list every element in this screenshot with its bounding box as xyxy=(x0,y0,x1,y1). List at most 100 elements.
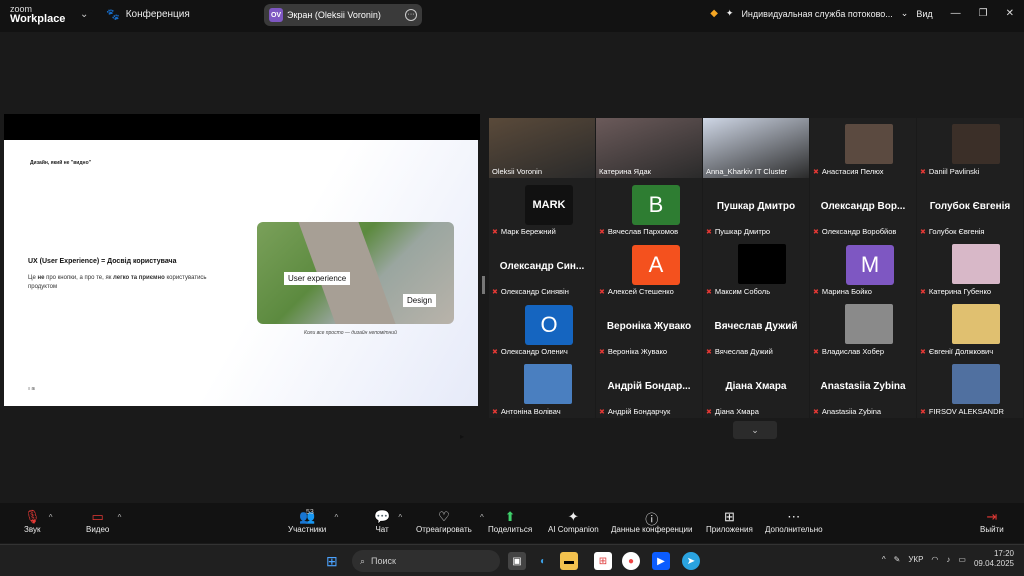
resize-handle[interactable] xyxy=(482,276,485,294)
mic-muted-icon: ✖ xyxy=(813,408,819,416)
shared-screen-bg xyxy=(4,114,480,140)
heart-icon: ♡ xyxy=(438,509,450,524)
participant-tile[interactable]: Вероніка Жувако ✖ Вероніка Жувако xyxy=(596,298,702,358)
mic-muted-icon: ✖ xyxy=(599,288,605,296)
edge-icon[interactable]: ◐ xyxy=(534,552,552,570)
mic-muted-icon: ✖ xyxy=(599,348,605,356)
restore-icon[interactable]: ❐ xyxy=(979,8,988,19)
participant-name-label: Пушкар Дмитро xyxy=(714,227,771,236)
chevron-down-icon[interactable]: ⌄ xyxy=(733,421,777,439)
close-icon[interactable]: ✕ xyxy=(1006,8,1014,19)
transcription-button[interactable]: Индивидуальная служба потоково... xyxy=(741,9,892,19)
screen-share-indicator[interactable]: OV Экран (Oleksii Voronin) ··· xyxy=(264,4,422,26)
share-button[interactable]: ⬆ Поделиться xyxy=(488,509,532,534)
participant-tile[interactable]: Катерина Ядак xyxy=(596,118,702,178)
participant-name: ✖ Андрій Бондарчук xyxy=(599,407,699,416)
participant-name: ✖ Вячеслав Дужий xyxy=(706,347,806,356)
participant-tile[interactable]: Діана Хмара ✖ Діана Хмара xyxy=(703,358,809,418)
wifi-icon[interactable]: ◠ xyxy=(931,555,938,564)
file-explorer-icon[interactable]: ▬ xyxy=(560,552,578,570)
participant-name: ✖ Вероніка Жувако xyxy=(599,347,699,356)
participant-tile[interactable]: A ✖ Алексей Стешенко xyxy=(596,238,702,298)
exit-icon: ⇥ xyxy=(986,509,998,524)
participant-name: ✖ Голубок Євгенія xyxy=(920,227,1020,236)
participant-tile[interactable]: Андрій Бондар... ✖ Андрій Бондарчук xyxy=(596,358,702,418)
participant-tile[interactable]: Голубок Євгенія ✖ Голубок Євгенія xyxy=(917,178,1023,238)
participants-button[interactable]: 👥 53 Участники ^ xyxy=(288,509,338,534)
participant-tile[interactable]: ✖ FIRSOV ALEKSANDR xyxy=(917,358,1023,418)
participant-tile[interactable]: Anastasiia Zybina ✖ Anastasiia Zybina xyxy=(810,358,916,418)
store-icon[interactable]: ⊞ xyxy=(594,552,612,570)
participant-tile[interactable]: Пушкар Дмитро ✖ Пушкар Дмитро xyxy=(703,178,809,238)
participant-tile[interactable]: Вячеслав Дужий ✖ Вячеслав Дужий xyxy=(703,298,809,358)
participant-name-label: FIRSOV ALEKSANDR xyxy=(928,407,1004,416)
telegram-icon[interactable]: ➤ xyxy=(682,552,700,570)
participant-tile[interactable]: MARK ✖ Марк Бережний xyxy=(489,178,595,238)
minimize-icon[interactable]: — xyxy=(951,8,961,19)
participant-name: ✖ Марк Бережний xyxy=(492,227,592,236)
language-indicator[interactable]: УКР xyxy=(908,555,923,564)
view-button[interactable]: Вид xyxy=(916,9,932,19)
chevron-up-icon[interactable]: ^ xyxy=(398,513,402,522)
apps-button[interactable]: ⊞ Приложения xyxy=(706,509,753,534)
participant-tile[interactable]: ✖ Антоніна Волівач xyxy=(489,358,595,418)
participant-count: 53 xyxy=(306,509,314,516)
participant-tile[interactable]: O ✖ Олександр Оленич xyxy=(489,298,595,358)
more-button[interactable]: ⋯ Дополнительно xyxy=(765,509,823,534)
avatar xyxy=(845,304,893,344)
participant-name: ✖ Anastasiia Zybina xyxy=(813,407,913,416)
search-input[interactable]: ⌕ Поиск xyxy=(352,550,500,572)
tab-meeting[interactable]: 🐾 Конференция xyxy=(106,8,190,21)
participant-display-name: Олександр Вор... xyxy=(820,201,906,212)
more-icon: ⋯ xyxy=(787,509,801,524)
ai-companion-button[interactable]: ✦ AI Companion xyxy=(548,509,599,534)
participant-name-label: Daniil Pavlinski xyxy=(928,167,980,176)
share-screen-icon: ⬆ xyxy=(504,509,516,524)
chevron-up-icon[interactable]: ^ xyxy=(118,513,122,522)
participant-name: ✖ Євгенії Должкович xyxy=(920,347,1020,356)
more-icon[interactable]: ··· xyxy=(405,9,417,21)
participant-tile[interactable]: ✖ Максим Соболь xyxy=(703,238,809,298)
participant-name: Anna_Kharkiv IT Cluster xyxy=(706,167,806,176)
participant-tile[interactable]: ✖ Анастасия Пелюх xyxy=(810,118,916,178)
chat-button[interactable]: 💬 Чат ^ xyxy=(374,509,402,534)
participant-tile[interactable]: ✖ Daniil Pavlinski xyxy=(917,118,1023,178)
chevron-up-icon[interactable]: ^ xyxy=(49,513,53,522)
participant-tile[interactable]: B ✖ Вячеслав Пархомов xyxy=(596,178,702,238)
clock[interactable]: 17:20 09.04.2025 xyxy=(974,549,1014,569)
volume-icon[interactable]: ♪ xyxy=(946,555,950,564)
participant-tile[interactable]: ✖ Євгенії Должкович xyxy=(917,298,1023,358)
task-view-icon[interactable]: ▣ xyxy=(508,552,526,570)
participant-tile[interactable]: Олександр Син... ✖ Олександр Синявін xyxy=(489,238,595,298)
participant-tile[interactable]: Anna_Kharkiv IT Cluster xyxy=(703,118,809,178)
pen-icon[interactable]: ✎ xyxy=(894,555,901,564)
chevron-up-icon[interactable]: ^ xyxy=(334,513,338,522)
audio-button[interactable]: 🎙 Звук ^ xyxy=(24,509,53,534)
chevron-up-icon[interactable]: ^ xyxy=(882,555,886,564)
windows-taskbar: ⊞ ⌕ Поиск ▣ ◐ ▬ ⊞ ● ▶ ➤ ^ ✎ УКР ◠ ♪ ▭ 17… xyxy=(0,544,1024,576)
shield-icon[interactable]: ◆ xyxy=(710,8,718,19)
windows-start-icon[interactable]: ⊞ xyxy=(326,553,338,570)
sparkle-icon[interactable]: ✦ xyxy=(726,8,734,19)
participant-name-label: Діана Хмара xyxy=(714,407,759,416)
participant-tile[interactable]: Олександр Вор... ✖ Олександр Воробйов xyxy=(810,178,916,238)
video-button[interactable]: ▭ Видео ^ xyxy=(86,509,121,534)
react-button[interactable]: ♡ Отреагировать ^ xyxy=(416,509,484,534)
chrome-icon[interactable]: ● xyxy=(622,552,640,570)
avatar: MARK xyxy=(525,185,573,225)
participant-display-name: Олександр Син... xyxy=(499,261,585,272)
chevron-down-icon[interactable]: ⌄ xyxy=(80,9,88,20)
photo-label: Design xyxy=(403,294,436,307)
participant-tile[interactable]: Oleksii Voronin xyxy=(489,118,595,178)
participant-display-name: Anastasiia Zybina xyxy=(820,381,906,392)
meeting-info-button[interactable]: ⓘ Данные конференции xyxy=(611,509,692,534)
battery-icon[interactable]: ▭ xyxy=(958,555,966,564)
zoom-icon[interactable]: ▶ xyxy=(652,552,670,570)
participant-name-label: Вячеслав Дужий xyxy=(714,347,773,356)
leave-button[interactable]: ⇥ Выйти xyxy=(980,509,1004,534)
participant-tile[interactable]: M ✖ Марина Бойко xyxy=(810,238,916,298)
participant-tile[interactable]: ✖ Катерина Губенко xyxy=(917,238,1023,298)
participant-tile[interactable]: ✖ Владислав Хобер xyxy=(810,298,916,358)
chevron-up-icon[interactable]: ^ xyxy=(480,513,484,522)
chevron-down-icon[interactable]: ⌄ xyxy=(901,8,909,19)
